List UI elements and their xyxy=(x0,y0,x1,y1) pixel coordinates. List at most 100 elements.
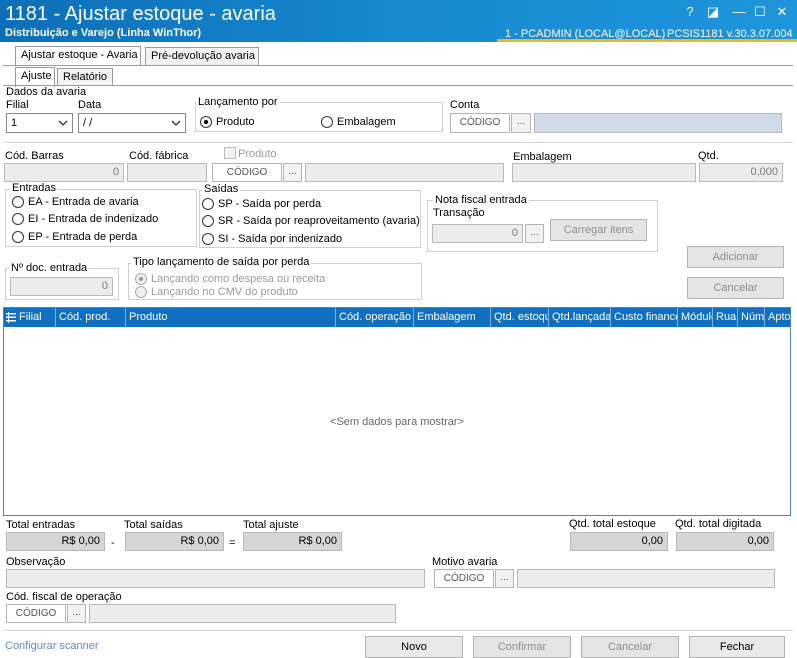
radio-ea-label: EA - Entrada de avaria xyxy=(28,196,139,208)
observacao-label: Observação xyxy=(6,556,66,568)
entradas-title: Entradas xyxy=(10,182,59,194)
conta-label: Conta xyxy=(450,99,480,111)
cod-fabrica-input[interactable] xyxy=(127,163,207,182)
window-title: 1181 - Ajustar estoque - avaria xyxy=(5,3,276,25)
subtab-ajuste[interactable]: Ajuste xyxy=(15,67,55,87)
grid-menu-icon[interactable] xyxy=(6,312,16,323)
radio-sp[interactable]: SP - Saída por perda xyxy=(202,198,321,210)
col-modulo[interactable]: Módulo xyxy=(678,308,713,327)
transacao-label: Transação xyxy=(433,207,485,219)
tipo-saida-title: Tipo lançamento de saída por perda xyxy=(131,256,312,268)
cancelar-button[interactable]: Cancelar xyxy=(581,636,679,658)
transacao-search-button[interactable]: ... xyxy=(525,224,544,243)
col-filial[interactable]: Filial xyxy=(16,308,56,327)
radio-cmv-label: Lançando no CMV do produto xyxy=(151,286,298,298)
filial-select[interactable]: 1 xyxy=(6,113,73,133)
radio-embalagem[interactable]: Embalagem xyxy=(321,116,396,128)
cod-barras-input[interactable]: 0 xyxy=(4,163,124,182)
radio-circle-selected xyxy=(135,273,147,285)
motivo-codigo-input[interactable]: CÓDIGO xyxy=(434,569,494,588)
col-cod-operacao[interactable]: Cód. operação xyxy=(336,308,414,327)
nota-fiscal-title: Nota fiscal entrada xyxy=(433,194,529,206)
total-ajuste-label: Total ajuste xyxy=(243,519,299,531)
col-qtd-lancada[interactable]: Qtd.lançada xyxy=(549,308,611,327)
transacao-input[interactable]: 0 xyxy=(432,224,523,243)
doc-entrada-input[interactable]: 0 xyxy=(10,277,113,296)
data-date-picker[interactable]: / / xyxy=(78,113,186,133)
minimize-icon[interactable]: — xyxy=(731,4,747,19)
data-value: / / xyxy=(83,117,93,129)
embalagem-input[interactable] xyxy=(512,163,696,182)
filial-value: 1 xyxy=(11,117,18,129)
qtd-input[interactable]: 0,000 xyxy=(699,163,783,182)
radio-despesa-label: Lançando como despesa ou receita xyxy=(151,273,326,285)
col-num[interactable]: Núm xyxy=(738,308,765,327)
radio-sr-label: SR - Saída por reaproveitamento (avaria) xyxy=(218,215,420,227)
carregar-itens-button[interactable]: Carregar itens xyxy=(550,219,647,241)
col-rua[interactable]: Rua xyxy=(713,308,738,327)
cancelar-item-button[interactable]: Cancelar xyxy=(687,277,784,299)
cfop-search-button[interactable]: ... xyxy=(67,604,86,623)
maximize-icon[interactable]: ☐ xyxy=(752,4,768,20)
col-apto[interactable]: Apto xyxy=(765,308,790,327)
doc-entrada-label: Nº doc. entrada xyxy=(9,262,90,274)
radio-circle xyxy=(12,213,24,225)
items-grid[interactable]: Filial Cód. prod. Produto Cód. operação … xyxy=(3,307,791,516)
observacao-input[interactable] xyxy=(6,569,425,588)
subtab-relatorio[interactable]: Relatório xyxy=(57,68,113,86)
radio-despesa-receita[interactable]: Lançando como despesa ou receita xyxy=(135,273,325,285)
radio-produto[interactable]: Produto xyxy=(200,116,255,128)
produto-checkbox[interactable] xyxy=(224,147,236,159)
total-entradas-label: Total entradas xyxy=(6,519,76,531)
radio-si-label: SI - Saída por indenizado xyxy=(218,233,343,245)
conta-codigo-input[interactable]: CÓDIGO xyxy=(450,113,510,133)
total-saidas-label: Total saídas xyxy=(124,519,183,531)
equals-sign: = xyxy=(229,537,236,549)
total-saidas-value: R$ 0,00 xyxy=(125,532,224,551)
col-custo-financeiro[interactable]: Custo financeiro xyxy=(611,308,678,327)
qtd-total-estoque-value: 0,00 xyxy=(570,532,668,551)
radio-ea[interactable]: EA - Entrada de avaria xyxy=(12,196,139,208)
title-bar: 1181 - Ajustar estoque - avaria Distribu… xyxy=(0,0,797,42)
radio-circle xyxy=(202,233,214,245)
tab-ajustar-estoque[interactable]: Ajustar estoque - Avaria xyxy=(15,46,141,66)
confirmar-button[interactable]: Confirmar xyxy=(473,636,571,658)
separator xyxy=(3,142,793,143)
conta-description xyxy=(534,113,782,133)
adicionar-button[interactable]: Adicionar xyxy=(687,246,784,268)
cfop-description xyxy=(89,604,396,623)
col-produto[interactable]: Produto xyxy=(126,308,336,327)
tab-pre-devolucao[interactable]: Pré-devolução avaria xyxy=(145,47,259,65)
radio-circle xyxy=(321,116,333,128)
qtd-total-digitada-label: Qtd. total digitada xyxy=(675,518,762,530)
cfop-label: Cód. fiscal de operação xyxy=(6,591,122,603)
subtab-divider xyxy=(3,85,793,86)
fechar-button[interactable]: Fechar xyxy=(689,636,785,658)
produto-search-button[interactable]: ... xyxy=(283,163,302,182)
motivo-description xyxy=(517,569,775,588)
radio-sr[interactable]: SR - Saída por reaproveitamento (avaria) xyxy=(202,215,420,227)
col-embalagem[interactable]: Embalagem xyxy=(414,308,491,327)
radio-si[interactable]: SI - Saída por indenizado xyxy=(202,233,342,245)
help-icon[interactable]: ? xyxy=(682,4,698,19)
motivo-avaria-label: Motivo avaria xyxy=(432,556,498,568)
close-icon[interactable]: ✕ xyxy=(774,4,790,20)
section-dados-avaria: Dados da avaria xyxy=(6,86,87,98)
tab-divider xyxy=(3,65,793,66)
novo-button[interactable]: Novo xyxy=(365,636,463,658)
radio-circle xyxy=(202,198,214,210)
cfop-codigo-input[interactable]: CÓDIGO xyxy=(6,604,66,623)
radio-ei[interactable]: EI - Entrada de indenizado xyxy=(12,213,158,225)
qtd-label: Qtd. xyxy=(698,150,719,162)
radio-cmv[interactable]: Lançando no CMV do produto xyxy=(135,286,298,298)
cod-fabrica-label: Cód. fábrica xyxy=(129,150,189,162)
configurar-scanner-link[interactable]: Configurar scanner xyxy=(5,640,99,652)
motivo-search-button[interactable]: ... xyxy=(495,569,514,588)
col-cod-prod[interactable]: Cód. prod. xyxy=(56,308,126,327)
radio-circle xyxy=(12,231,24,243)
produto-codigo-input[interactable]: CÓDIGO xyxy=(212,163,282,182)
radio-ep[interactable]: EP - Entrada de perda xyxy=(12,231,137,243)
conta-search-button[interactable]: ... xyxy=(511,113,531,133)
restore-icon[interactable]: ◪ xyxy=(705,4,721,20)
col-qtd-estoque[interactable]: Qtd. estoque xyxy=(491,308,549,327)
